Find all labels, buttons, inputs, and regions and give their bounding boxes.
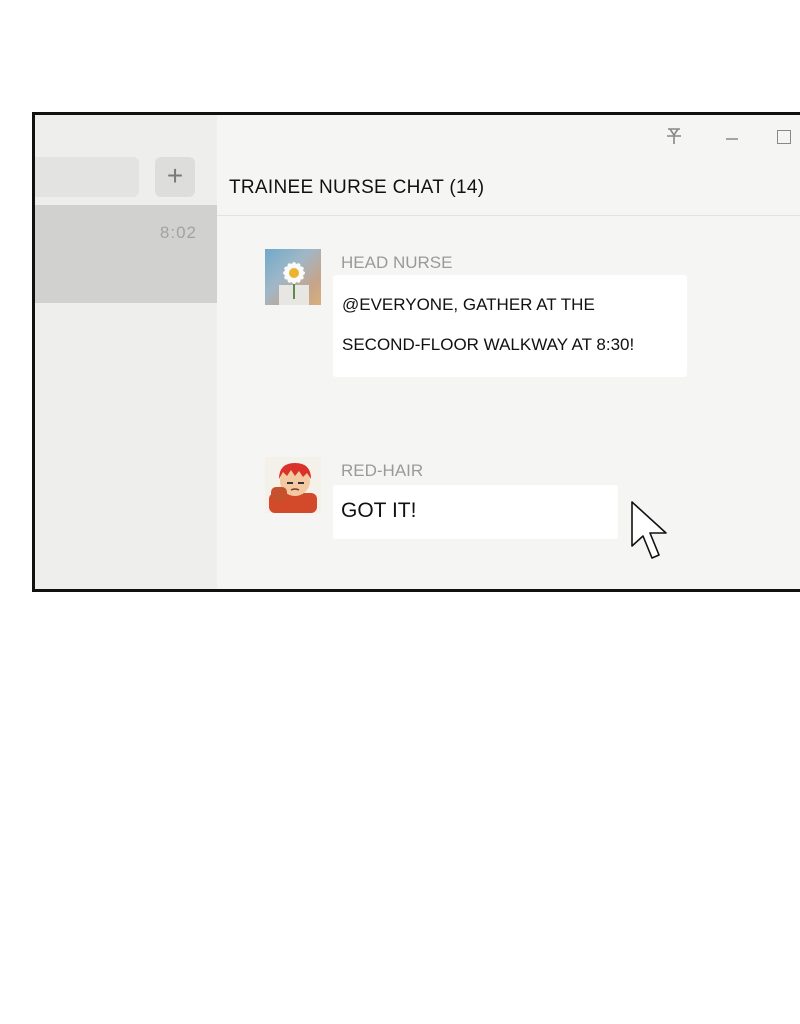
mouse-cursor-icon [631,501,667,559]
sidebar: + 8:02 [35,115,217,589]
pin-icon[interactable] [665,127,683,150]
search-input[interactable] [35,157,139,197]
sender-name: RED-HAIR [341,461,424,480]
maximize-icon[interactable] [777,130,791,144]
chat-title: TRAINEE NURSE CHAT (14) [229,177,485,198]
flower-avatar[interactable] [265,249,321,305]
conversation-time: 8:02 [159,223,197,242]
message-bubble: @EVERYONE, GATHER AT THE SECOND-FLOOR WA… [333,275,687,377]
message-text: SECOND-FLOOR WALKWAY AT 8:30! [342,335,635,354]
minimize-icon[interactable] [725,125,739,146]
chat-window: + 8:02 TRAINEE NURSE CHAT (14) HEAD NURS… [32,112,800,592]
add-button[interactable]: + [155,157,195,197]
message-text: @EVERYONE, GATHER AT THE [342,295,595,314]
message-text: GOT IT! [341,499,417,522]
sender-name: HEAD NURSE [341,253,453,272]
chat-panel: TRAINEE NURSE CHAT (14) HEAD NURSE @EVER… [217,115,800,589]
red-hair-avatar[interactable] [265,457,321,513]
header-divider [217,215,800,216]
conversation-item[interactable]: 8:02 [35,205,217,303]
message-bubble: GOT IT! [333,485,618,539]
